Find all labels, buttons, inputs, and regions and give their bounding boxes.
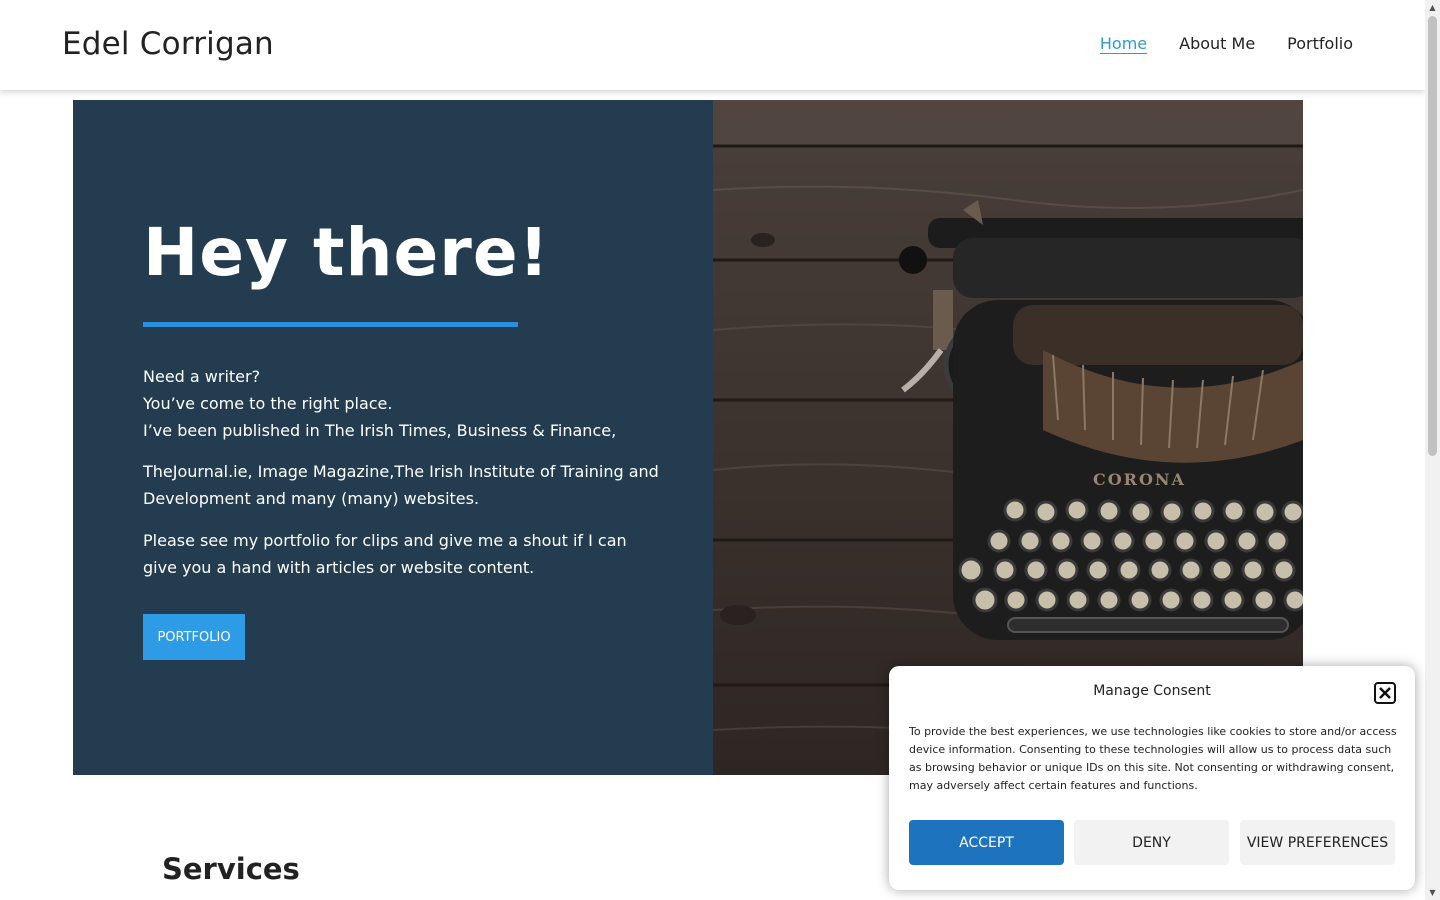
consent-body: To provide the best experiences, we use … xyxy=(909,725,1397,792)
scrollbar-thumb[interactable] xyxy=(1428,16,1437,456)
deny-button[interactable]: DENY xyxy=(1074,820,1229,865)
nav-item-portfolio[interactable]: Portfolio xyxy=(1287,34,1353,53)
consent-dialog: Manage Consent To provide the best exper… xyxy=(889,666,1415,890)
page-scrollbar[interactable]: ▲ ▼ xyxy=(1425,0,1440,900)
site-header: Edel Corrigan Home About Me Portfolio xyxy=(0,0,1425,90)
hero-panel: Hey there! Need a writer? You’ve come to… xyxy=(73,100,713,775)
hero-title-underline xyxy=(143,322,518,327)
hero-line-1: Need a writer? xyxy=(143,367,261,386)
site-title[interactable]: Edel Corrigan xyxy=(62,26,274,62)
svg-text:CORONA: CORONA xyxy=(1093,470,1186,489)
portfolio-button[interactable]: PORTFOLIO xyxy=(143,614,245,660)
hero-call-to-action-text: Please see my portfolio for clips and gi… xyxy=(143,531,627,577)
hero-intro: Need a writer? You’ve come to the right … xyxy=(143,363,663,444)
hero-publications: TheJournal.ie, Image Magazine,The Irish … xyxy=(143,462,659,508)
hero-line-2: You’ve come to the right place. xyxy=(143,394,393,413)
scroll-up-icon[interactable]: ▲ xyxy=(1425,0,1440,15)
hero-title: Hey there! xyxy=(143,214,550,291)
scroll-down-icon[interactable]: ▼ xyxy=(1425,885,1440,900)
hero-line-3: I’ve been published in The Irish Times, … xyxy=(143,421,617,440)
main-nav: Home About Me Portfolio xyxy=(1100,34,1353,53)
close-icon[interactable] xyxy=(1374,682,1396,704)
services-heading: Services xyxy=(162,852,300,886)
consent-title: Manage Consent xyxy=(1093,683,1211,699)
nav-item-about-me[interactable]: About Me xyxy=(1179,34,1255,53)
nav-item-home[interactable]: Home xyxy=(1100,34,1147,53)
accept-button[interactable]: ACCEPT xyxy=(909,820,1064,865)
view-preferences-button[interactable]: VIEW PREFERENCES xyxy=(1240,820,1395,865)
